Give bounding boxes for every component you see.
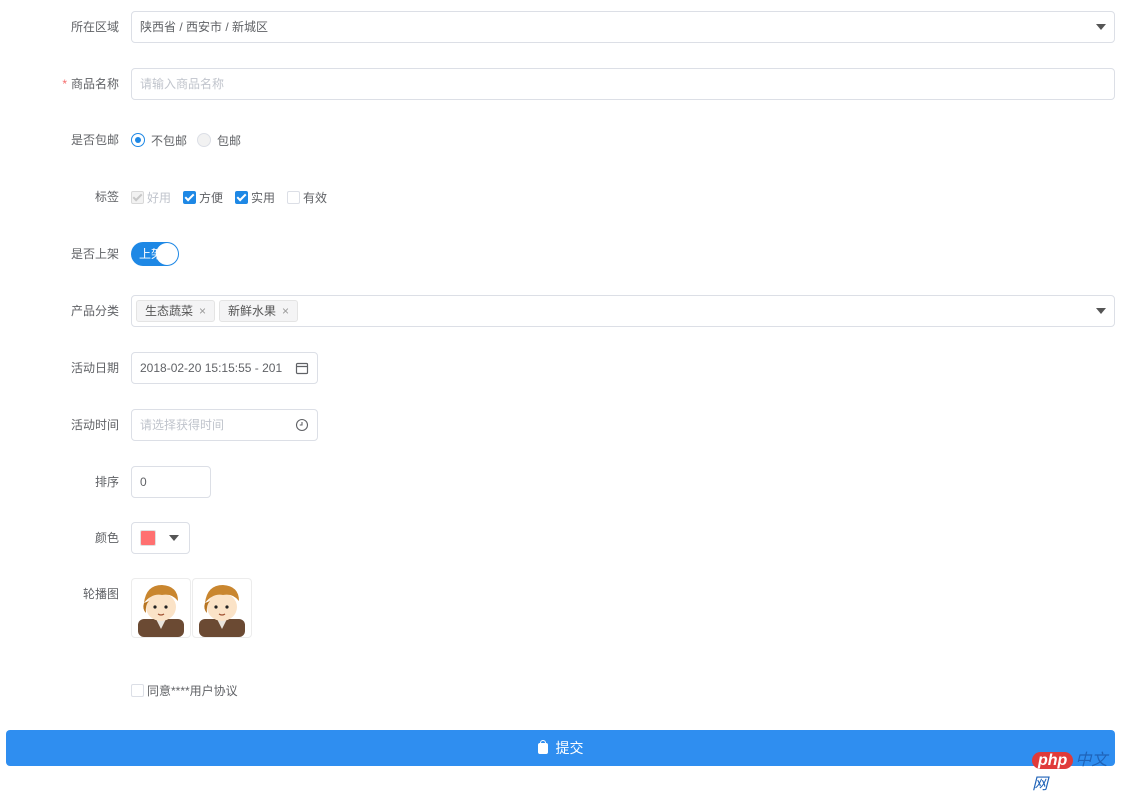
radio-no-shipping[interactable]: 不包邮	[131, 124, 187, 156]
shelf-switch[interactable]: 上架	[131, 242, 179, 266]
sort-value: 0	[140, 475, 147, 489]
radio-dot-checked	[131, 133, 145, 147]
category-multiselect[interactable]: 生态蔬菜 × 新鲜水果 ×	[131, 295, 1115, 327]
product-name-label-text: 商品名称	[70, 77, 119, 91]
chip-close-icon[interactable]: ×	[199, 304, 206, 318]
chevron-down-icon	[169, 535, 179, 541]
required-mark: *	[62, 77, 67, 91]
submit-label: 提交	[555, 740, 584, 756]
tags-row: 标签 好用 方便 实用 有效	[0, 181, 1123, 213]
activity-date-label: 活动日期	[70, 361, 119, 375]
region-row: 所在区域 陕西省 / 西安市 / 新城区	[0, 11, 1123, 43]
region-label: 所在区域	[70, 20, 119, 34]
tags-label: 标签	[94, 190, 119, 204]
shipping-radio-group: 不包邮 包邮	[131, 124, 251, 156]
carousel-image[interactable]	[131, 578, 191, 638]
carousel-label: 轮播图	[82, 587, 119, 601]
agreement-text: 同意****用户协议	[147, 683, 238, 698]
checkbox-box-checked	[183, 190, 197, 204]
chip-label: 生态蔬菜	[145, 304, 194, 318]
submit-button[interactable]: 提交	[6, 730, 1115, 766]
color-picker[interactable]	[131, 522, 190, 554]
activity-time-label: 活动时间	[70, 418, 119, 432]
radio-label: 不包邮	[151, 133, 188, 148]
calendar-icon	[295, 362, 309, 375]
checkbox-label: 方便	[199, 190, 224, 205]
checkbox-label: 有效	[303, 190, 328, 205]
product-name-row: * 商品名称 请输入商品名称	[0, 68, 1123, 100]
sort-label: 排序	[94, 475, 119, 489]
activity-date-value: 2018-02-20 15:15:55 - 201	[140, 361, 283, 375]
shipping-row: 是否包邮 不包邮 包邮	[0, 124, 1123, 156]
radio-free-shipping[interactable]: 包邮	[197, 124, 241, 156]
watermark-logo: php 中文网	[1032, 746, 1123, 793]
region-value: 陕西省 / 西安市 / 新城区	[140, 20, 269, 34]
shelf-row: 是否上架 上架	[0, 238, 1123, 270]
category-chip: 新鲜水果 ×	[219, 300, 299, 322]
category-chip: 生态蔬菜 ×	[136, 300, 216, 322]
chip-close-icon[interactable]: ×	[282, 304, 289, 318]
sort-row: 排序 0	[0, 466, 1123, 498]
checkbox-box-disabled	[131, 190, 144, 204]
switch-knob	[156, 243, 178, 265]
checkbox-haoyong: 好用	[131, 181, 171, 213]
region-select[interactable]: 陕西省 / 西安市 / 新城区	[131, 11, 1115, 43]
activity-time-input[interactable]: 请选择获得时间	[131, 409, 318, 441]
shopping-bag-icon	[537, 740, 548, 754]
activity-time-row: 活动时间 请选择获得时间	[0, 409, 1123, 441]
product-name-placeholder: 请输入商品名称	[140, 77, 225, 91]
checkbox-label: 好用	[147, 190, 172, 205]
checkbox-box	[131, 683, 144, 697]
agreement-checkbox[interactable]: 同意****用户协议	[131, 674, 238, 706]
product-name-input[interactable]: 请输入商品名称	[131, 68, 1115, 100]
color-swatch	[140, 530, 156, 546]
color-label: 颜色	[94, 531, 119, 545]
product-name-label: * 商品名称	[0, 68, 119, 100]
category-row: 产品分类 生态蔬菜 × 新鲜水果 ×	[0, 295, 1123, 327]
activity-date-input[interactable]: 2018-02-20 15:15:55 - 201	[131, 352, 318, 384]
radio-dot	[197, 133, 212, 147]
category-label: 产品分类	[70, 304, 119, 318]
color-row: 颜色	[0, 522, 1123, 554]
checkbox-label: 实用	[251, 190, 276, 205]
shipping-label: 是否包邮	[70, 133, 119, 147]
avatar-cartoon-image	[199, 585, 245, 637]
checkbox-box	[287, 190, 301, 204]
carousel-image[interactable]	[192, 578, 252, 638]
shelf-label: 是否上架	[70, 247, 119, 261]
checkbox-shiyong[interactable]: 实用	[235, 181, 275, 213]
activity-time-placeholder: 请选择获得时间	[140, 418, 225, 432]
avatar-cartoon-image	[138, 585, 184, 637]
tags-checkbox-group: 好用 方便 实用 有效	[131, 181, 339, 213]
activity-date-row: 活动日期 2018-02-20 15:15:55 - 201	[0, 352, 1123, 384]
checkbox-youxiao[interactable]: 有效	[287, 181, 327, 213]
checkbox-fangbian[interactable]: 方便	[183, 181, 223, 213]
chip-label: 新鲜水果	[228, 304, 277, 318]
watermark-php: php	[1032, 752, 1074, 769]
clock-icon	[295, 418, 309, 432]
chevron-down-icon	[1096, 24, 1106, 30]
checkbox-box-checked	[235, 190, 249, 204]
radio-label: 包邮	[217, 133, 242, 148]
sort-input[interactable]: 0	[131, 466, 211, 498]
chevron-down-icon	[1096, 308, 1106, 314]
agreement-row: 同意****用户协议	[0, 674, 1123, 706]
